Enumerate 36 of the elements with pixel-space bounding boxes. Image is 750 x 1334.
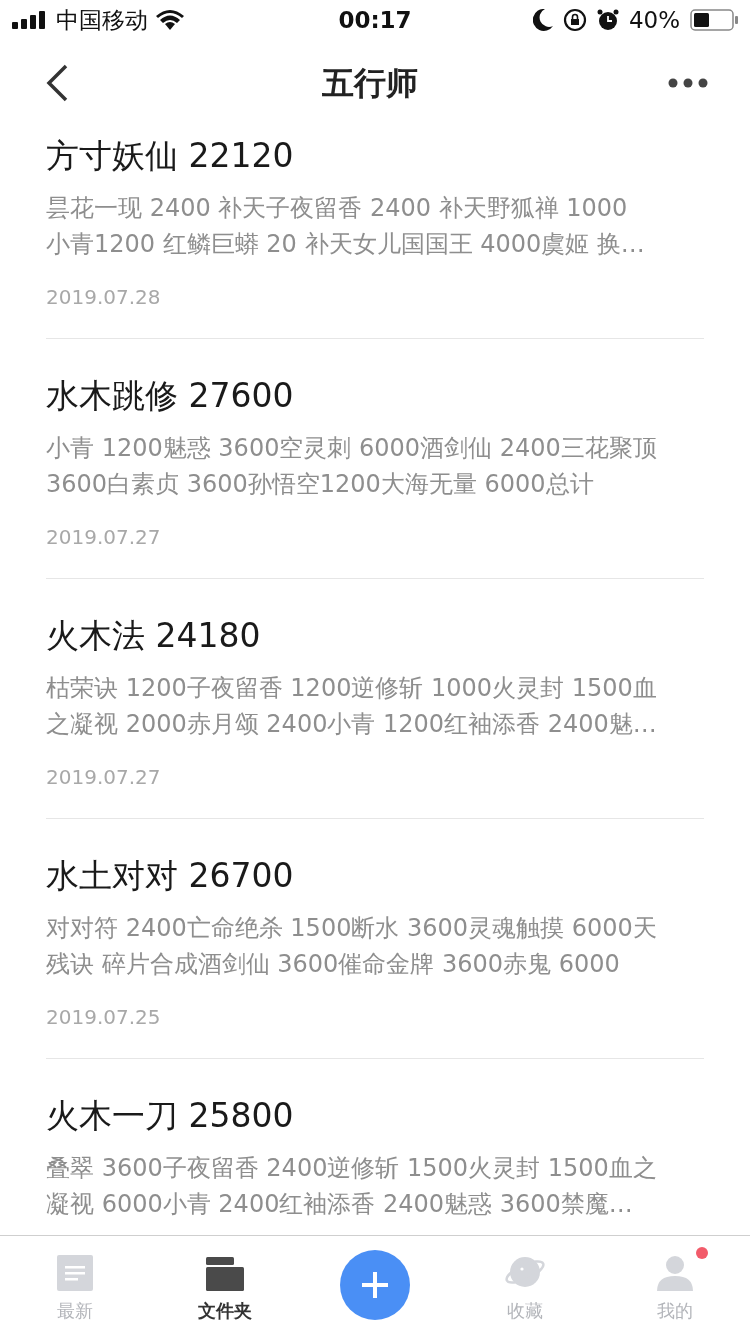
note-date: 2019.07.27 [46,524,162,551]
carrier-name: 中国移动 [56,5,148,35]
note-preview: 凝视 6000小青 2400红袖添香 2400魅惑 3600禁魔… [46,1189,634,1220]
plus-icon [362,1272,388,1298]
note-title[interactable]: 方寸妖仙 22120 [46,126,704,186]
note-preview: 叠翠 3600子夜留香 2400逆修斩 1500火灵封 1500血之 [46,1153,658,1184]
note-date: 2019.07.28 [46,284,162,311]
note-title[interactable]: 水土对对 26700 [46,846,704,906]
note-date: 2019.07.27 [46,764,162,791]
signal-icon [12,11,48,29]
note-preview: 残诀 碎片合成酒剑仙 3600催命金牌 3600赤鬼 6000 [46,949,621,980]
note-preview: 小青 1200魅惑 3600空灵刺 6000酒剑仙 2400三花聚顶 [46,433,658,464]
person-icon [656,1254,694,1291]
wifi-icon [156,10,184,30]
battery-percent: 40% [628,5,680,35]
tab-item[interactable]: 文件夹 [184,1246,266,1324]
note-title[interactable]: 水木跳修 27600 [46,366,704,426]
note-preview: 昙花一现 2400 补天子夜留香 2400 补天野狐禅 1000 [46,193,629,224]
note-preview: 之凝视 2000赤月颂 2400小青 1200红袖添香 2400魅… [46,709,658,740]
note-title[interactable]: 火木法 24180 [46,606,704,666]
note-date: 2019.07.25 [46,1004,162,1031]
rotation-lock-icon [562,8,587,32]
more-icon [668,78,708,88]
moon-icon [532,9,553,31]
battery-icon [690,9,738,31]
note-preview: 枯荣诀 1200子夜留香 1200逆修斩 1000火灵封 1500血 [46,673,658,704]
alarm-icon [596,9,619,31]
note-preview: 3600白素贞 3600孙悟空1200大海无量 6000总计 [46,469,595,500]
back-icon [46,64,68,102]
note-preview: 对对符 2400亡命绝杀 1500断水 3600灵魂触摸 6000天 [46,913,658,944]
note-preview: 小青1200 红鳞巨蟒 20 补天女儿国国王 4000虞姬 换… [46,229,646,260]
note-title[interactable]: 火木一刀 25800 [46,1086,704,1146]
page-title: 五行师 [322,63,418,104]
status-time: 00:17 [337,5,413,35]
document-icon [57,1254,93,1291]
folder-icon [206,1256,244,1291]
